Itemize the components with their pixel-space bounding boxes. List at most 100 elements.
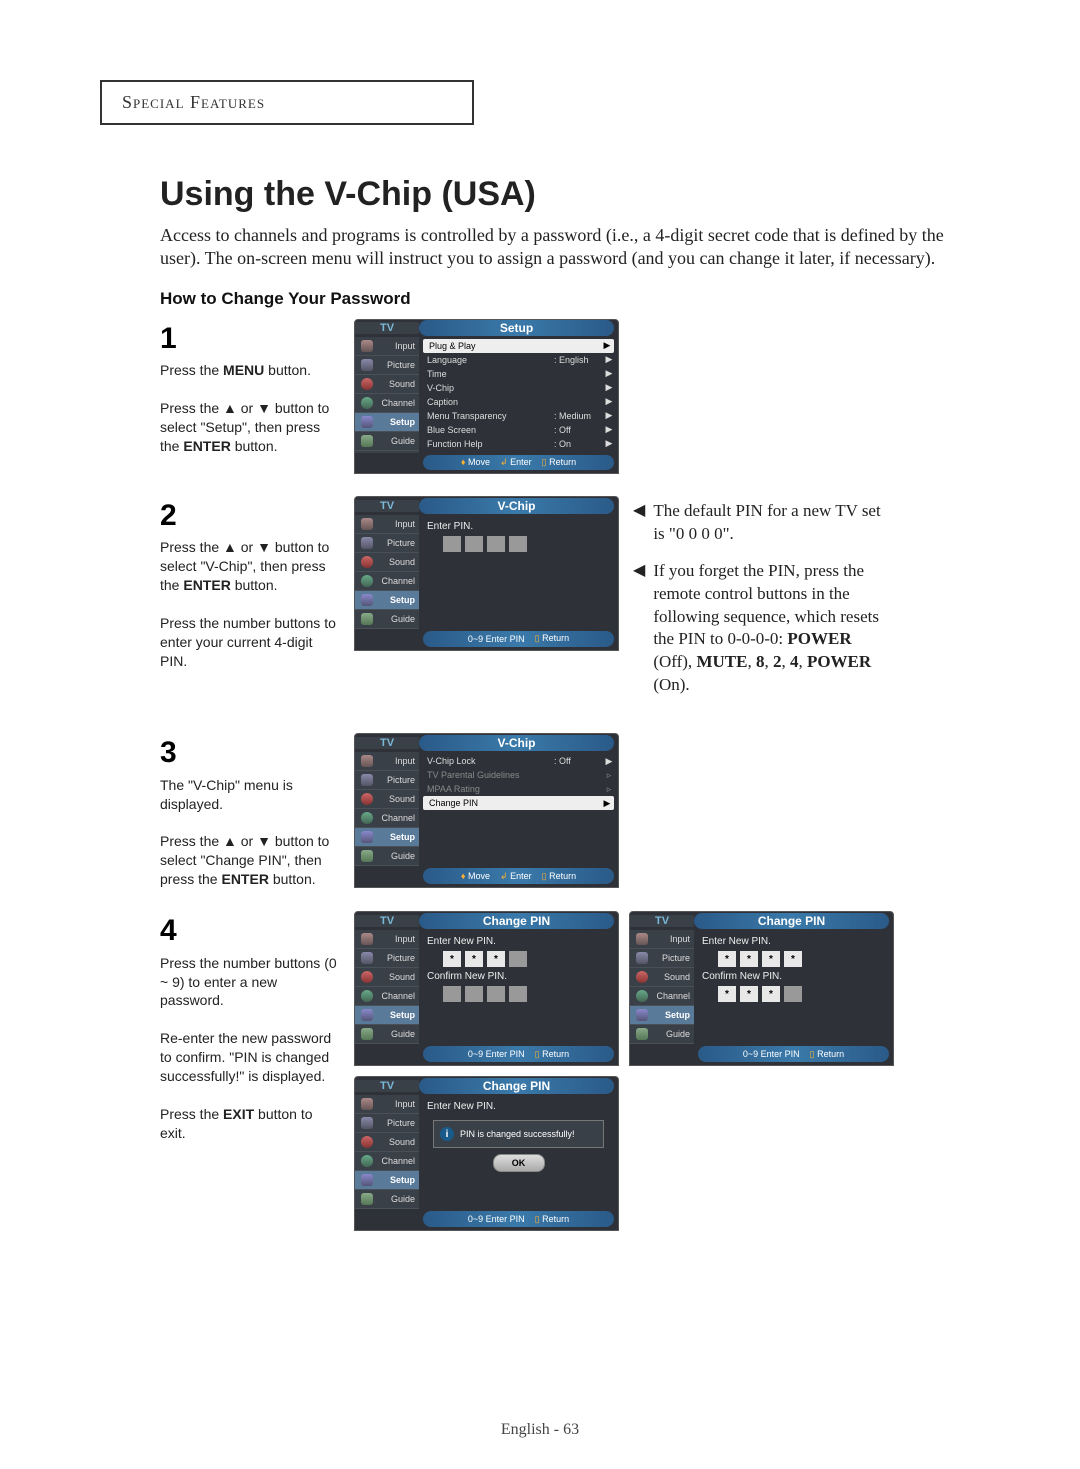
sidebar-setup-label: Setup bbox=[390, 1175, 415, 1185]
success-text: PIN is changed successfully! bbox=[460, 1129, 575, 1139]
return-icon: ▯ bbox=[535, 1214, 540, 1224]
return-icon: ▯ bbox=[542, 457, 547, 467]
menu-row: Plug & Play▶ bbox=[423, 339, 614, 353]
sidebar-guide: Guide bbox=[355, 610, 419, 629]
screen-header: TV V-Chip bbox=[355, 734, 618, 752]
tv-label: TV bbox=[355, 737, 419, 749]
sidebar-input-label: Input bbox=[395, 934, 415, 944]
pin-box: * bbox=[784, 951, 802, 967]
menu-val: : Medium bbox=[554, 411, 604, 421]
sidebar-sound-label: Sound bbox=[389, 1137, 415, 1147]
screen-footer: 0~9 Enter PIN ▯ Return bbox=[423, 1046, 614, 1062]
menu-label: Language bbox=[423, 355, 554, 365]
menu-val: : Off bbox=[554, 425, 604, 435]
sidebar-picture: Picture bbox=[355, 534, 419, 553]
sidebar-guide: Guide bbox=[355, 432, 419, 451]
step-3-num: 3 bbox=[160, 733, 340, 774]
menu-label: V-Chip bbox=[423, 383, 554, 393]
chevron-right-icon: ▹ bbox=[604, 770, 614, 781]
channel-icon bbox=[361, 1155, 373, 1167]
sidebar-picture-label: Picture bbox=[387, 775, 415, 785]
guide-icon bbox=[636, 1028, 648, 1040]
ok-button: OK bbox=[493, 1154, 545, 1172]
enter-icon: ↲ bbox=[500, 871, 508, 881]
sidebar-sound-label: Sound bbox=[389, 557, 415, 567]
sidebar-sound-label: Sound bbox=[389, 794, 415, 804]
channel-icon bbox=[636, 990, 648, 1002]
sidebar-setup: Setup bbox=[355, 1006, 419, 1025]
picture-icon bbox=[361, 359, 373, 371]
sidebar-channel: Channel bbox=[355, 987, 419, 1006]
step-4-text: 4 Press the number buttons (0 ~ 9) to en… bbox=[160, 911, 340, 1142]
confirm-new-pin-label: Confirm New PIN. bbox=[423, 971, 614, 982]
screens-column: TV Change PIN Input Picture Sound Channe… bbox=[354, 911, 894, 1231]
footer-return: Return bbox=[542, 633, 569, 643]
input-icon bbox=[361, 933, 373, 945]
sidebar-channel-label: Channel bbox=[656, 991, 690, 1001]
sidebar-channel-label: Channel bbox=[381, 398, 415, 408]
menu-label: Change PIN bbox=[425, 798, 552, 808]
input-icon bbox=[361, 755, 373, 767]
menu-row: Language: English▶ bbox=[423, 353, 614, 367]
menu-val: : English bbox=[554, 355, 604, 365]
menu-row: Change PIN▶ bbox=[423, 796, 614, 810]
chevron-right-icon: ▶ bbox=[604, 382, 614, 393]
pin-box bbox=[509, 986, 527, 1002]
confirm-new-pin-label: Confirm New PIN. bbox=[698, 971, 889, 982]
menu-row: Function Help: On▶ bbox=[423, 437, 614, 451]
screen-vchip-pin: TV V-Chip Input Picture Sound Channel Se… bbox=[354, 496, 619, 651]
sidebar-setup: Setup bbox=[355, 591, 419, 610]
menu-row: Time▶ bbox=[423, 367, 614, 381]
menu-row: MPAA Rating▹ bbox=[423, 782, 614, 796]
screen-change-pin-3: TV Change PIN Input Picture Sound Channe… bbox=[354, 911, 619, 1066]
pin-boxes-new: * * * bbox=[443, 951, 614, 967]
input-icon bbox=[361, 518, 373, 530]
step-2-text: 2 Press the ▲ or ▼ button to select "V-C… bbox=[160, 496, 340, 671]
chevron-right-icon: ▶ bbox=[604, 410, 614, 421]
section-header-box: Special Features bbox=[100, 80, 474, 125]
sidebar-setup: Setup bbox=[355, 1171, 419, 1190]
screen-change-pin-success: TV Change PIN Input Picture Sound Channe… bbox=[354, 1076, 619, 1231]
info-icon: i bbox=[440, 1127, 454, 1141]
setup-icon bbox=[361, 594, 373, 606]
screen-footer: ♦ Move ↲ Enter ▯ Return bbox=[423, 455, 614, 470]
chevron-right-icon: ▶ bbox=[604, 396, 614, 407]
chevron-right-icon: ▹ bbox=[604, 784, 614, 795]
sidebar-sound: Sound bbox=[355, 790, 419, 809]
pin-box: * bbox=[740, 951, 758, 967]
screen-header: TV Setup bbox=[355, 320, 618, 337]
screens-row: TV Change PIN Input Picture Sound Channe… bbox=[354, 911, 894, 1066]
chevron-right-icon: ▶ bbox=[604, 368, 614, 379]
sidebar-channel: Channel bbox=[355, 572, 419, 591]
screen-footer: 0~9 Enter PIN ▯ Return bbox=[423, 631, 614, 647]
guide-icon bbox=[361, 1028, 373, 1040]
sidebar-picture-label: Picture bbox=[662, 953, 690, 963]
channel-icon bbox=[361, 397, 373, 409]
screen-footer: ♦ Move ↲ Enter ▯ Return bbox=[423, 868, 614, 884]
picture-icon bbox=[361, 952, 373, 964]
sidebar-guide-label: Guide bbox=[666, 1029, 690, 1039]
screen-header: TV V-Chip bbox=[355, 497, 618, 515]
section-header: Special Features bbox=[122, 92, 265, 112]
screen-title: Setup bbox=[419, 320, 614, 336]
sidebar-channel-label: Channel bbox=[381, 576, 415, 586]
screen-vchip-menu: TV V-Chip Input Picture Sound Channel Se… bbox=[354, 733, 619, 888]
menu-row: V-Chip ▶ bbox=[423, 381, 614, 395]
page: Special Features Using the V-Chip (USA) … bbox=[0, 0, 1080, 1469]
sidebar-sound-label: Sound bbox=[664, 972, 690, 982]
screen-body: Input Picture Sound Channel Setup Guide … bbox=[355, 1095, 618, 1209]
footer-enter-pin: Enter PIN bbox=[761, 1049, 800, 1059]
sidebar-picture: Picture bbox=[355, 356, 419, 375]
sidebar-input-label: Input bbox=[395, 519, 415, 529]
menu-content: Enter New PIN. * * * * Confirm New PIN. … bbox=[694, 930, 893, 1044]
sidebar-guide: Guide bbox=[355, 847, 419, 866]
guide-icon bbox=[361, 850, 373, 862]
subheading: How to Change Your Password bbox=[160, 289, 980, 309]
step-2-body: Press the ▲ or ▼ button to select "V-Chi… bbox=[160, 538, 340, 670]
enter-new-pin-label: Enter New PIN. bbox=[423, 936, 614, 947]
pin-box bbox=[465, 536, 483, 552]
setup-icon bbox=[361, 831, 373, 843]
sidebar-guide-label: Guide bbox=[391, 614, 415, 624]
sidebar-setup-label: Setup bbox=[390, 1010, 415, 1020]
sound-icon bbox=[361, 971, 373, 983]
